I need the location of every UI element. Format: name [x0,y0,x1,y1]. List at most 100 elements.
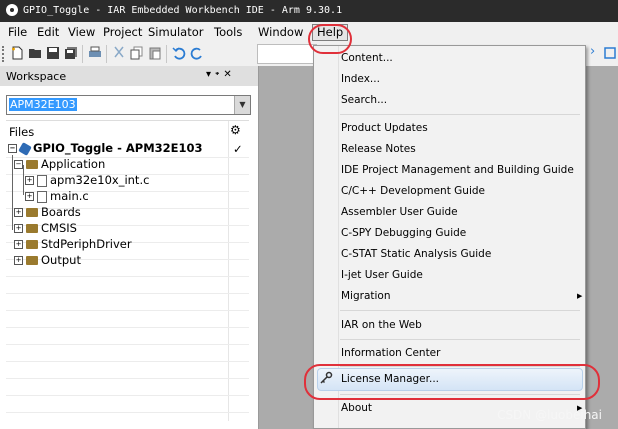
menu-item-cspy-guide[interactable]: C-SPY Debugging Guide [341,227,466,239]
expand-icon[interactable]: + [25,176,34,185]
tree-item-stdperiphdriver[interactable]: + StdPeriphDriver [14,237,132,253]
menu-window[interactable]: Window [258,25,303,39]
menu-item-cpp-guide[interactable]: C/C++ Development Guide [341,185,485,197]
tree-item-main-c[interactable]: + main.c [25,189,89,205]
menu-help[interactable]: Help [312,24,349,41]
expand-icon[interactable]: + [14,224,23,233]
tree-item-label: Output [41,253,81,267]
workspace-title: Workspace [6,70,67,83]
navigate-forward-icon[interactable]: › [590,44,595,59]
table-row [6,327,249,345]
menu-item-ijet-guide[interactable]: I-jet User Guide [341,269,423,281]
menu-tools[interactable]: Tools [214,25,242,39]
menu-item-assembler-guide[interactable]: Assembler User Guide [341,206,458,218]
menu-item-index[interactable]: Index... [341,73,380,85]
menu-edit[interactable]: Edit [37,25,59,39]
menu-item-cstat-guide[interactable]: C-STAT Static Analysis Guide [341,248,491,260]
tree-item-label: main.c [50,189,89,203]
expand-icon[interactable]: + [14,256,23,265]
tree-item-label: Application [41,157,106,171]
menu-project[interactable]: Project [103,25,142,39]
collapse-icon[interactable]: − [14,160,23,169]
save-all-icon[interactable] [64,46,78,60]
cut-icon[interactable] [112,46,126,60]
menu-item-search[interactable]: Search... [341,94,387,106]
tree-item-boards[interactable]: + Boards [14,205,81,221]
menu-item-migration[interactable]: Migration [341,290,391,302]
menu-bar: File Edit View Project Simulator Tools W… [0,22,618,42]
folder-icon [26,160,38,169]
window-title: GPIO_Toggle - IAR Embedded Workbench IDE… [23,5,343,16]
menu-item-release-notes[interactable]: Release Notes [341,143,416,155]
workspace-window-controls[interactable]: ▾ ᛭ ✕ [206,69,232,80]
collapse-icon[interactable]: − [8,144,17,153]
new-file-icon[interactable] [10,46,24,60]
tree-item-output[interactable]: + Output [14,253,81,269]
folder-icon [26,256,38,265]
expand-icon[interactable]: + [25,192,34,201]
expand-icon[interactable]: + [14,208,23,217]
menu-item-iar-on-web[interactable]: IAR on the Web [341,319,422,331]
toolbar-search-field[interactable] [257,44,317,64]
undo-icon[interactable] [172,46,186,60]
project-node[interactable]: − GPIO_Toggle - APM32E103 [8,141,203,157]
folder-icon [26,208,38,217]
table-row [6,378,249,396]
print-icon[interactable] [88,46,102,60]
table-row [6,310,249,328]
folder-icon [26,224,38,233]
submenu-arrow-icon: ▶ [577,292,583,300]
table-row [6,344,249,362]
menu-item-license-manager[interactable]: License Manager... [341,373,439,385]
files-tree: Files ⚙ − GPIO_Toggle - APM32E103 ✓ − Appl… [6,120,249,421]
tree-item-application[interactable]: − Application [14,157,105,173]
gear-icon[interactable]: ⚙ [230,123,241,137]
menu-view[interactable]: View [68,25,95,39]
c-file-icon [37,190,47,203]
menu-item-information-center[interactable]: Information Center [341,347,440,359]
menu-item-content[interactable]: Content... [341,52,393,64]
configuration-dropdown[interactable]: APM32E103 ▼ [6,95,251,115]
configuration-value: APM32E103 [9,98,77,111]
key-icon [320,371,333,384]
project-icon [18,141,32,156]
menu-separator [340,339,580,340]
menu-simulator[interactable]: Simulator [148,25,204,39]
paste-icon[interactable] [148,46,162,60]
open-folder-icon[interactable] [28,46,42,60]
tree-item-label: CMSIS [41,221,77,235]
iar-app-icon [6,4,18,16]
files-header-label: Files [9,125,35,139]
toolbar-separator [82,45,83,63]
project-check-icon: ✓ [233,142,243,156]
table-row [6,361,249,379]
toolbar-grip[interactable] [2,46,6,62]
menu-item-product-updates[interactable]: Product Updates [341,122,428,134]
menu-file[interactable]: File [8,25,27,39]
watermark-text: CSDN @luobeihai [497,408,602,422]
tree-item-cmsis[interactable]: + CMSIS [14,221,77,237]
tree-item-label: StdPeriphDriver [41,237,132,251]
chevron-down-icon[interactable]: ▼ [234,96,250,114]
menu-separator [340,310,580,311]
tree-item-label: Boards [41,205,81,219]
files-header: Files ⚙ [6,121,249,140]
menu-item-ide-guide[interactable]: IDE Project Management and Building Guid… [341,164,574,176]
copy-icon[interactable] [130,46,144,60]
toolbar-separator [106,45,107,63]
tree-connector [12,155,13,230]
expand-icon[interactable]: + [14,240,23,249]
c-file-icon [37,174,47,187]
table-row [6,395,249,413]
redo-icon[interactable] [190,46,204,60]
table-row [6,293,249,311]
title-bar: GPIO_Toggle - IAR Embedded Workbench IDE… [0,0,618,22]
save-icon[interactable] [46,46,60,60]
table-row [6,276,249,294]
project-name: GPIO_Toggle - APM32E103 [33,141,203,155]
workspace-header: Workspace ▾ ᛭ ✕ [0,66,258,86]
menu-item-about[interactable]: About [341,402,372,414]
help-menu: Content... Index... Search... Product Up… [313,45,586,429]
tree-item-apm32e10x-int-c[interactable]: + apm32e10x_int.c [25,173,149,189]
bookmark-icon[interactable] [603,46,617,60]
